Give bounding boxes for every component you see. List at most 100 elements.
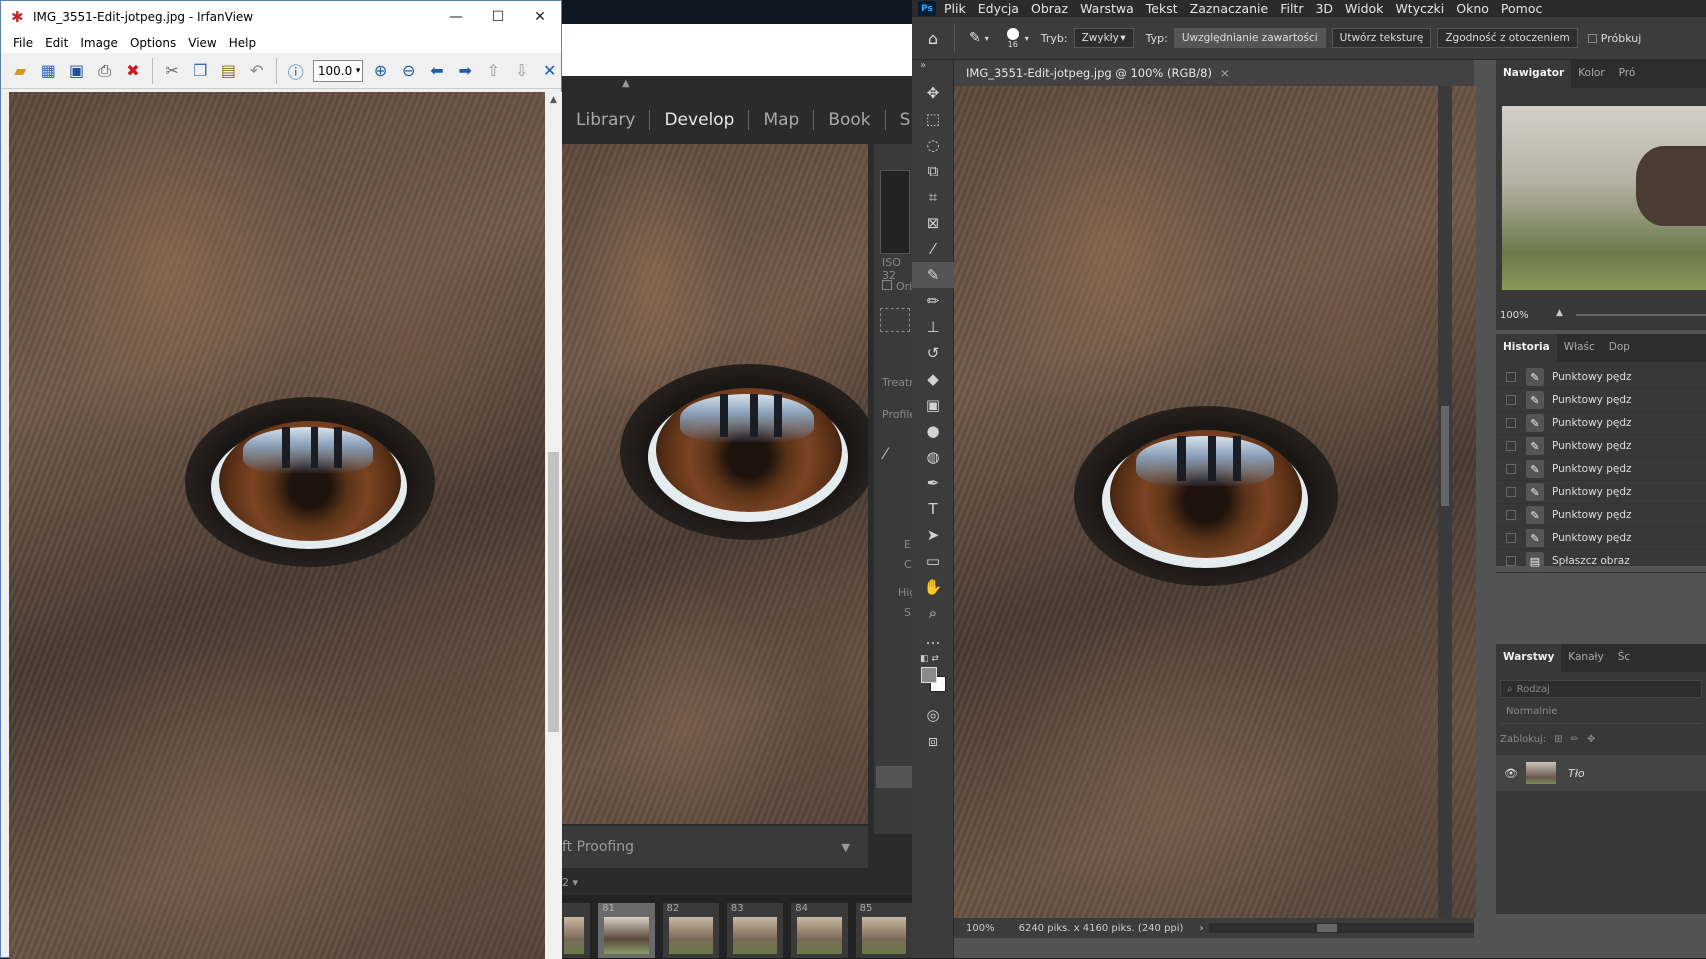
previous-arrow-icon[interactable]: ⬅ (426, 59, 448, 83)
lock-position-icon[interactable]: ✥ (1587, 734, 1595, 745)
eraser-tool-icon[interactable]: ◆ (912, 366, 954, 392)
menu-3d[interactable]: 3D (1315, 1, 1333, 16)
first-image-icon[interactable]: ⇧ (482, 59, 504, 83)
filmstrip-thumb[interactable]: 84 (791, 903, 848, 958)
filmstrip-source[interactable]: 2 ▾ (562, 876, 578, 889)
hand-tool-icon[interactable]: ✋ (912, 574, 954, 600)
expand-toolbar-icon[interactable]: » (912, 60, 953, 80)
menu-warstwa[interactable]: Warstwa (1080, 1, 1134, 16)
tab-layers[interactable]: Warstwy (1496, 644, 1562, 672)
history-item[interactable]: ✎ Punktowy pędz (1496, 435, 1706, 458)
blend-mode-select[interactable]: Normalnie (1500, 706, 1702, 724)
menu-filtr[interactable]: Filtr (1280, 1, 1303, 16)
menu-widok[interactable]: Widok (1345, 1, 1383, 16)
panel-collapse-icon[interactable]: ▲ (622, 78, 630, 89)
tab-navigator[interactable]: Nawigator (1496, 60, 1572, 88)
menu-view[interactable]: View (182, 33, 222, 53)
history-item[interactable]: ▤ Spłaszcz obraz (1496, 550, 1706, 573)
status-zoom[interactable]: 100% (966, 923, 995, 934)
filmstrip-thumb[interactable]: 85 (855, 903, 912, 958)
menu-help[interactable]: Help (223, 33, 262, 53)
tab-adjustments[interactable]: Dop (1602, 334, 1637, 362)
move-tool-icon[interactable]: ✥ (912, 80, 954, 106)
proximity-match-button[interactable]: Zgodność z otoczeniem (1437, 28, 1578, 48)
menu-wtyczki[interactable]: Wtyczki (1395, 1, 1444, 16)
canvas-horizontal-scrollbar[interactable] (1209, 923, 1474, 933)
menu-obraz[interactable]: Obraz (1031, 1, 1068, 16)
zoom-in-icon[interactable]: ⊕ (369, 59, 391, 83)
brush-size-picker[interactable]: 16 (1006, 27, 1019, 49)
irfanview-vertical-scrollbar[interactable]: ▲ (545, 92, 562, 959)
copy-icon[interactable]: ❐ (189, 59, 211, 83)
tab-properties[interactable]: Właśc (1557, 334, 1602, 362)
spot-healing-brush-icon[interactable]: ✎ (969, 30, 981, 46)
module-slideshow[interactable]: Sli (886, 110, 912, 130)
type-tool-icon[interactable]: T (912, 496, 954, 522)
crop-overlay-icon[interactable] (880, 308, 910, 332)
menu-plik[interactable]: Plik (944, 1, 966, 16)
paste-icon[interactable]: ▤ (217, 59, 239, 83)
layer-row-background[interactable]: 👁 Tło (1496, 755, 1706, 791)
menu-zaznaczanie[interactable]: Zaznaczanie (1190, 1, 1269, 16)
history-item[interactable]: ✎ Punktowy pędz (1496, 458, 1706, 481)
color-swatches[interactable]: ◧ ⇄ (912, 652, 953, 702)
canvas-vertical-scrollbar[interactable] (1438, 86, 1452, 918)
content-aware-button[interactable]: Uwzględnianie zawartości (1173, 28, 1326, 48)
zoom-out-icon[interactable]: ⊖ (398, 59, 420, 83)
zoom-out-mountain-icon[interactable]: ▲ (1556, 308, 1563, 318)
tab-color[interactable]: Kolor (1571, 60, 1611, 88)
healing-brush-tool-icon[interactable]: ✎ (912, 262, 954, 288)
foreground-color-swatch[interactable] (921, 667, 937, 683)
info-icon[interactable]: ⓘ (285, 59, 307, 83)
module-library[interactable]: Library (562, 110, 651, 130)
module-book[interactable]: Book (814, 110, 886, 130)
brush-tool-icon[interactable]: ✏ (912, 288, 954, 314)
photoshop-canvas[interactable] (954, 86, 1476, 918)
status-expand-icon[interactable]: › (1199, 923, 1203, 934)
zoom-tool-icon[interactable]: ⌕ (912, 600, 954, 626)
rectangle-tool-icon[interactable]: ▭ (912, 548, 954, 574)
module-map[interactable]: Map (749, 110, 815, 130)
maximize-button[interactable]: ☐ (477, 1, 519, 33)
more-tools-icon[interactable]: … (912, 626, 954, 652)
clone-stamp-tool-icon[interactable]: ⊥ (912, 314, 954, 340)
history-item[interactable]: ✎ Punktowy pędz (1496, 389, 1706, 412)
cut-icon[interactable]: ✂ (161, 59, 183, 83)
chevron-down-icon[interactable]: ▾ (985, 34, 989, 43)
history-item[interactable]: ✎ Punktowy pędz (1496, 412, 1706, 435)
quick-mask-icon[interactable]: ◎ (912, 702, 954, 728)
crop-tool-icon[interactable]: ⌗ (912, 184, 954, 210)
filmstrip-thumb[interactable]: 82 (662, 903, 719, 958)
tab-channels[interactable]: Kanały (1561, 644, 1610, 672)
tab-history[interactable]: Historia (1496, 334, 1557, 362)
settings-tools-icon[interactable]: ✕ (539, 59, 561, 83)
menu-edycja[interactable]: Edycja (978, 1, 1019, 16)
document-tab[interactable]: IMG_3551-Edit-jotpeg.jpg @ 100% (RGB/8) … (954, 60, 1474, 86)
default-colors-icon[interactable]: ◧ ⇄ (920, 654, 939, 664)
slideshow-icon[interactable]: ▦ (37, 59, 59, 83)
close-tab-icon[interactable]: × (1220, 66, 1230, 80)
dodge-tool-icon[interactable]: ◍ (912, 444, 954, 470)
last-image-icon[interactable]: ⇩ (510, 59, 532, 83)
marquee-tool-icon[interactable]: ⬚ (912, 106, 954, 132)
home-icon[interactable]: ⌂ (912, 29, 954, 48)
save-icon[interactable]: ▣ (65, 59, 87, 83)
create-texture-button[interactable]: Utwórz teksturę (1331, 28, 1432, 48)
lasso-tool-icon[interactable]: ◌ (912, 132, 954, 158)
frame-tool-icon[interactable]: ⊠ (912, 210, 954, 236)
navigator-zoom-value[interactable]: 100% (1500, 310, 1529, 321)
zoom-combo[interactable]: 100.0 ▾ (312, 59, 364, 82)
module-develop[interactable]: Develop (650, 110, 750, 130)
sample-all-checkbox[interactable]: Próbkuj (1587, 32, 1641, 45)
object-select-tool-icon[interactable]: ⧉ (912, 158, 954, 184)
menu-pomoc[interactable]: Pomoc (1501, 1, 1542, 16)
filmstrip-thumb-selected[interactable]: 81 (598, 903, 655, 958)
print-icon[interactable]: ⎙ (94, 59, 116, 83)
filmstrip-thumb[interactable]: 83 (726, 903, 784, 958)
mode-select[interactable]: Zwykły ▾ (1073, 28, 1134, 48)
blur-tool-icon[interactable]: ● (912, 418, 954, 444)
minimize-button[interactable]: — (435, 1, 477, 33)
history-item[interactable]: ✎ Punktowy pędz (1496, 527, 1706, 550)
menu-edit[interactable]: Edit (39, 33, 74, 53)
tab-samples[interactable]: Pró (1612, 60, 1643, 88)
